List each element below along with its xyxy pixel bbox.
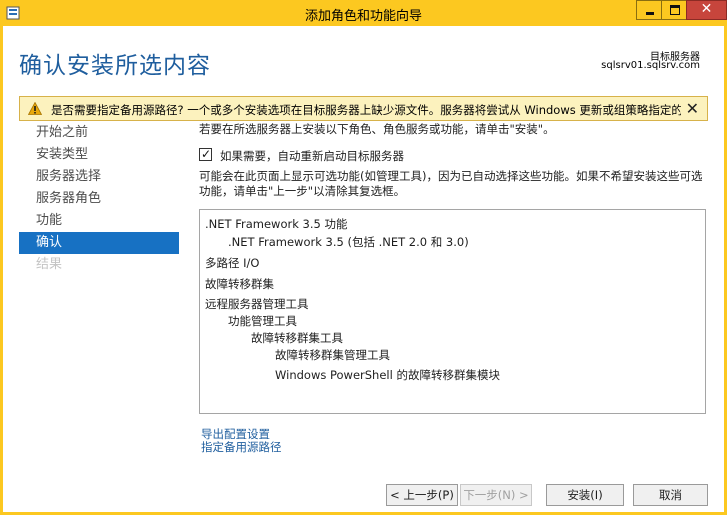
feature-item: 多路径 I/O xyxy=(205,256,260,270)
previous-button[interactable]: < 上一步(P) xyxy=(386,484,458,506)
nav-item-before-you-begin[interactable]: 开始之前 xyxy=(19,122,179,144)
install-button[interactable]: 安装(I) xyxy=(546,484,624,506)
feature-item: 故障转移群集工具 xyxy=(251,331,343,345)
warning-bar[interactable]: 是否需要指定备用源路径? 一个或多个安装选项在目标服务器上缺少源文件。服务器将尝… xyxy=(19,96,708,121)
restart-checkbox[interactable]: ✓ xyxy=(199,147,212,161)
feature-item: Windows PowerShell 的故障转移群集模块 xyxy=(275,368,500,382)
restart-checkbox-label[interactable]: 如果需要，自动重新启动目标服务器 xyxy=(220,148,404,164)
nav-item-features[interactable]: 功能 xyxy=(19,210,179,232)
wizard-nav: 开始之前 安装类型 服务器选择 服务器角色 功能 确认 结果 xyxy=(19,122,179,276)
nav-item-server-selection[interactable]: 服务器选择 xyxy=(19,166,179,188)
feature-item: 远程服务器管理工具 xyxy=(205,297,309,311)
close-icon: ✕ xyxy=(700,1,713,17)
maximize-icon xyxy=(670,5,680,15)
maximize-button[interactable] xyxy=(661,0,687,20)
cancel-button[interactable]: 取消 xyxy=(633,484,708,506)
minimize-icon xyxy=(646,12,654,15)
title-bar: 添加角色和功能向导 ✕ xyxy=(0,0,727,26)
feature-item: .NET Framework 3.5 功能 xyxy=(205,217,348,231)
action-links: 导出配置设置 指定备用源路径 xyxy=(201,428,282,454)
intro-text: 若要在所选服务器上安装以下角色、角色服务或功能，请单击"安装"。 xyxy=(199,122,555,136)
feature-item: .NET Framework 3.5 (包括 .NET 2.0 和 3.0) xyxy=(228,235,469,249)
minimize-button[interactable] xyxy=(636,0,662,20)
window-frame-left xyxy=(0,26,3,515)
window-title: 添加角色和功能向导 xyxy=(304,9,422,24)
nav-item-server-roles[interactable]: 服务器角色 xyxy=(19,188,179,210)
warning-text[interactable]: 是否需要指定备用源路径? 一个或多个安装选项在目标服务器上缺少源文件。服务器将尝… xyxy=(51,102,681,118)
close-button[interactable]: ✕ xyxy=(686,0,727,20)
nav-item-installation-type[interactable]: 安装类型 xyxy=(19,144,179,166)
alternate-source-link[interactable]: 指定备用源路径 xyxy=(201,441,282,454)
target-server-name: sqlsrv01.sqlsrv.com xyxy=(601,60,700,71)
warning-icon xyxy=(28,102,42,115)
feature-item: 故障转移群集 xyxy=(205,277,274,291)
next-button: 下一步(N) > xyxy=(460,484,532,506)
warning-close-icon[interactable]: ✕ xyxy=(686,99,699,118)
feature-item: 功能管理工具 xyxy=(228,314,297,328)
selected-features-list[interactable]: .NET Framework 3.5 功能 .NET Framework 3.5… xyxy=(199,209,706,414)
checkmark-icon: ✓ xyxy=(201,147,212,161)
page-title: 确认安装所选内容 xyxy=(19,53,211,79)
nav-item-results: 结果 xyxy=(36,257,63,272)
feature-item: 故障转移群集管理工具 xyxy=(275,348,390,362)
optional-features-note: 可能会在此页面上显示可选功能(如管理工具)，因为已自动选择这些功能。如果不希望安… xyxy=(199,169,703,198)
nav-item-confirmation[interactable]: 确认 xyxy=(19,232,179,254)
confirmation-content: 若要在所选服务器上安装以下角色、角色服务或功能，请单击"安装"。 ✓ 如果需要，… xyxy=(199,121,709,414)
